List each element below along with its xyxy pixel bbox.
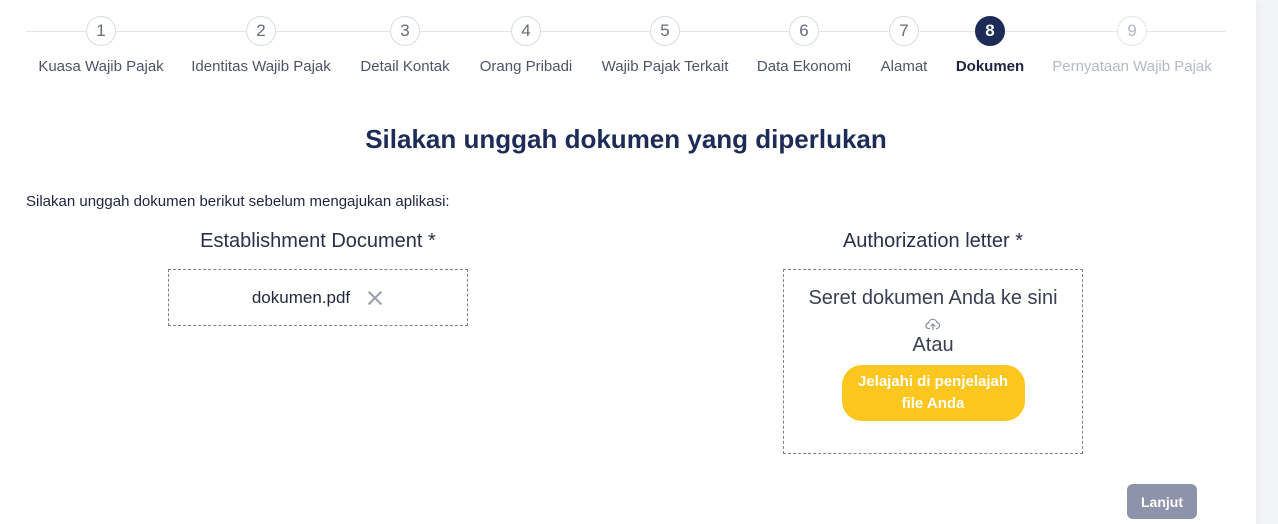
establishment-document-dropzone[interactable]: dokumen.pdf	[168, 269, 468, 326]
step-label: Kuasa Wajib Pajak	[38, 58, 164, 75]
step-number: 3	[390, 16, 420, 46]
step-label: Dokumen	[955, 58, 1025, 75]
step-number: 5	[650, 16, 680, 46]
step-number: 4	[511, 16, 541, 46]
browse-files-label-line1: Jelajahi di penjelajah	[857, 373, 1009, 390]
step-label: Wajib Pajak Terkait	[601, 58, 729, 75]
step-orang-pribadi[interactable]: 4 Orang Pribadi	[446, 16, 606, 75]
progress-stepper: 1 Kuasa Wajib Pajak 2 Identitas Wajib Pa…	[0, 0, 1256, 90]
step-label: Pernyataan Wajib Pajak	[1052, 58, 1212, 75]
step-number: 9	[1117, 16, 1147, 46]
step-identitas-wajib-pajak[interactable]: 2 Identitas Wajib Pajak	[181, 16, 341, 75]
step-label: Identitas Wajib Pajak	[191, 58, 331, 75]
next-button[interactable]: Lanjut	[1127, 484, 1197, 519]
step-number: 8	[975, 16, 1005, 46]
cloud-upload-icon	[925, 318, 941, 330]
close-icon[interactable]	[366, 289, 384, 307]
browse-files-button[interactable]: Jelajahi di penjelajah file Anda	[841, 365, 1025, 421]
uploaded-file-name: dokumen.pdf	[251, 287, 351, 307]
step-dokumen[interactable]: 8 Dokumen	[910, 16, 1070, 75]
step-pernyataan-wajib-pajak: 9 Pernyataan Wajib Pajak	[1052, 16, 1212, 75]
establishment-document-label: Establishment Document *	[200, 230, 436, 252]
drop-hint-text: Seret dokumen Anda ke sini	[808, 287, 1058, 309]
main-card: 1 Kuasa Wajib Pajak 2 Identitas Wajib Pa…	[0, 0, 1256, 524]
step-number: 1	[86, 16, 116, 46]
step-number: 6	[789, 16, 819, 46]
page-title: Silakan unggah dokumen yang diperlukan	[365, 124, 887, 154]
step-label: Orang Pribadi	[479, 58, 573, 75]
browse-files-label-line2: file Anda	[901, 395, 965, 412]
step-wajib-pajak-terkait[interactable]: 5 Wajib Pajak Terkait	[585, 16, 745, 75]
or-text: Atau	[912, 334, 954, 356]
authorization-letter-label: Authorization letter *	[842, 230, 1024, 252]
step-kuasa-wajib-pajak[interactable]: 1 Kuasa Wajib Pajak	[21, 16, 181, 75]
authorization-letter-section: Authorization letter * Seret dokumen And…	[723, 230, 1143, 454]
instruction-text: Silakan unggah dokumen berikut sebelum m…	[26, 193, 450, 210]
authorization-letter-dropzone[interactable]: Seret dokumen Anda ke sini Atau Jelajahi…	[783, 269, 1083, 454]
establishment-document-section: Establishment Document * dokumen.pdf	[108, 230, 528, 326]
step-number: 2	[246, 16, 276, 46]
